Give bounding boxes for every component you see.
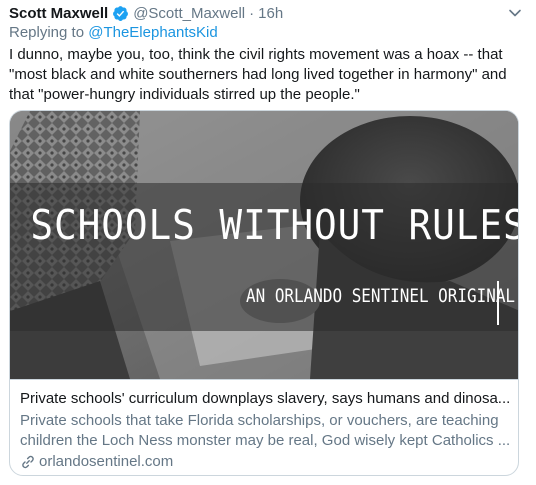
headline-divider [497, 281, 499, 325]
card-image[interactable]: SCHOOLS WITHOUT RULES AN ORLANDO SENTINE… [10, 111, 519, 379]
author-name[interactable]: Scott Maxwell [9, 5, 108, 22]
link-icon [20, 454, 36, 470]
separator-dot: · [249, 4, 255, 22]
card-description: Private schools that take Florida schola… [20, 412, 511, 449]
chevron-down-icon[interactable] [506, 4, 524, 22]
tweet-text: I dunno, maybe you, too, think the civil… [9, 46, 507, 103]
tweet-header: Scott Maxwell @Scott_Maxwell · 16h [9, 4, 506, 22]
card-domain-text[interactable]: orlandosentinel.com [39, 452, 173, 472]
reply-to-link[interactable]: @TheElephantsKid [88, 24, 217, 41]
image-subheadline-text: AN ORLANDO SENTINEL ORIGINAL [246, 285, 516, 307]
tweet[interactable]: Scott Maxwell @Scott_Maxwell · 16h Reply… [0, 0, 536, 485]
verified-badge-icon [112, 5, 129, 22]
card-meta[interactable]: Private schools' curriculum downplays sl… [10, 379, 518, 475]
reply-prefix: Replying to [9, 24, 85, 41]
card-domain[interactable]: orlandosentinel.com [20, 452, 173, 472]
card-title[interactable]: Private schools' curriculum downplays sl… [20, 389, 512, 409]
tweet-time[interactable]: 16h [258, 5, 283, 22]
reply-context: Replying to @TheElephantsKid [9, 24, 218, 41]
author-handle[interactable]: @Scott_Maxwell [133, 5, 245, 22]
image-headline-text: SCHOOLS WITHOUT RULES [30, 201, 519, 249]
link-card[interactable]: SCHOOLS WITHOUT RULES AN ORLANDO SENTINE… [9, 110, 519, 476]
